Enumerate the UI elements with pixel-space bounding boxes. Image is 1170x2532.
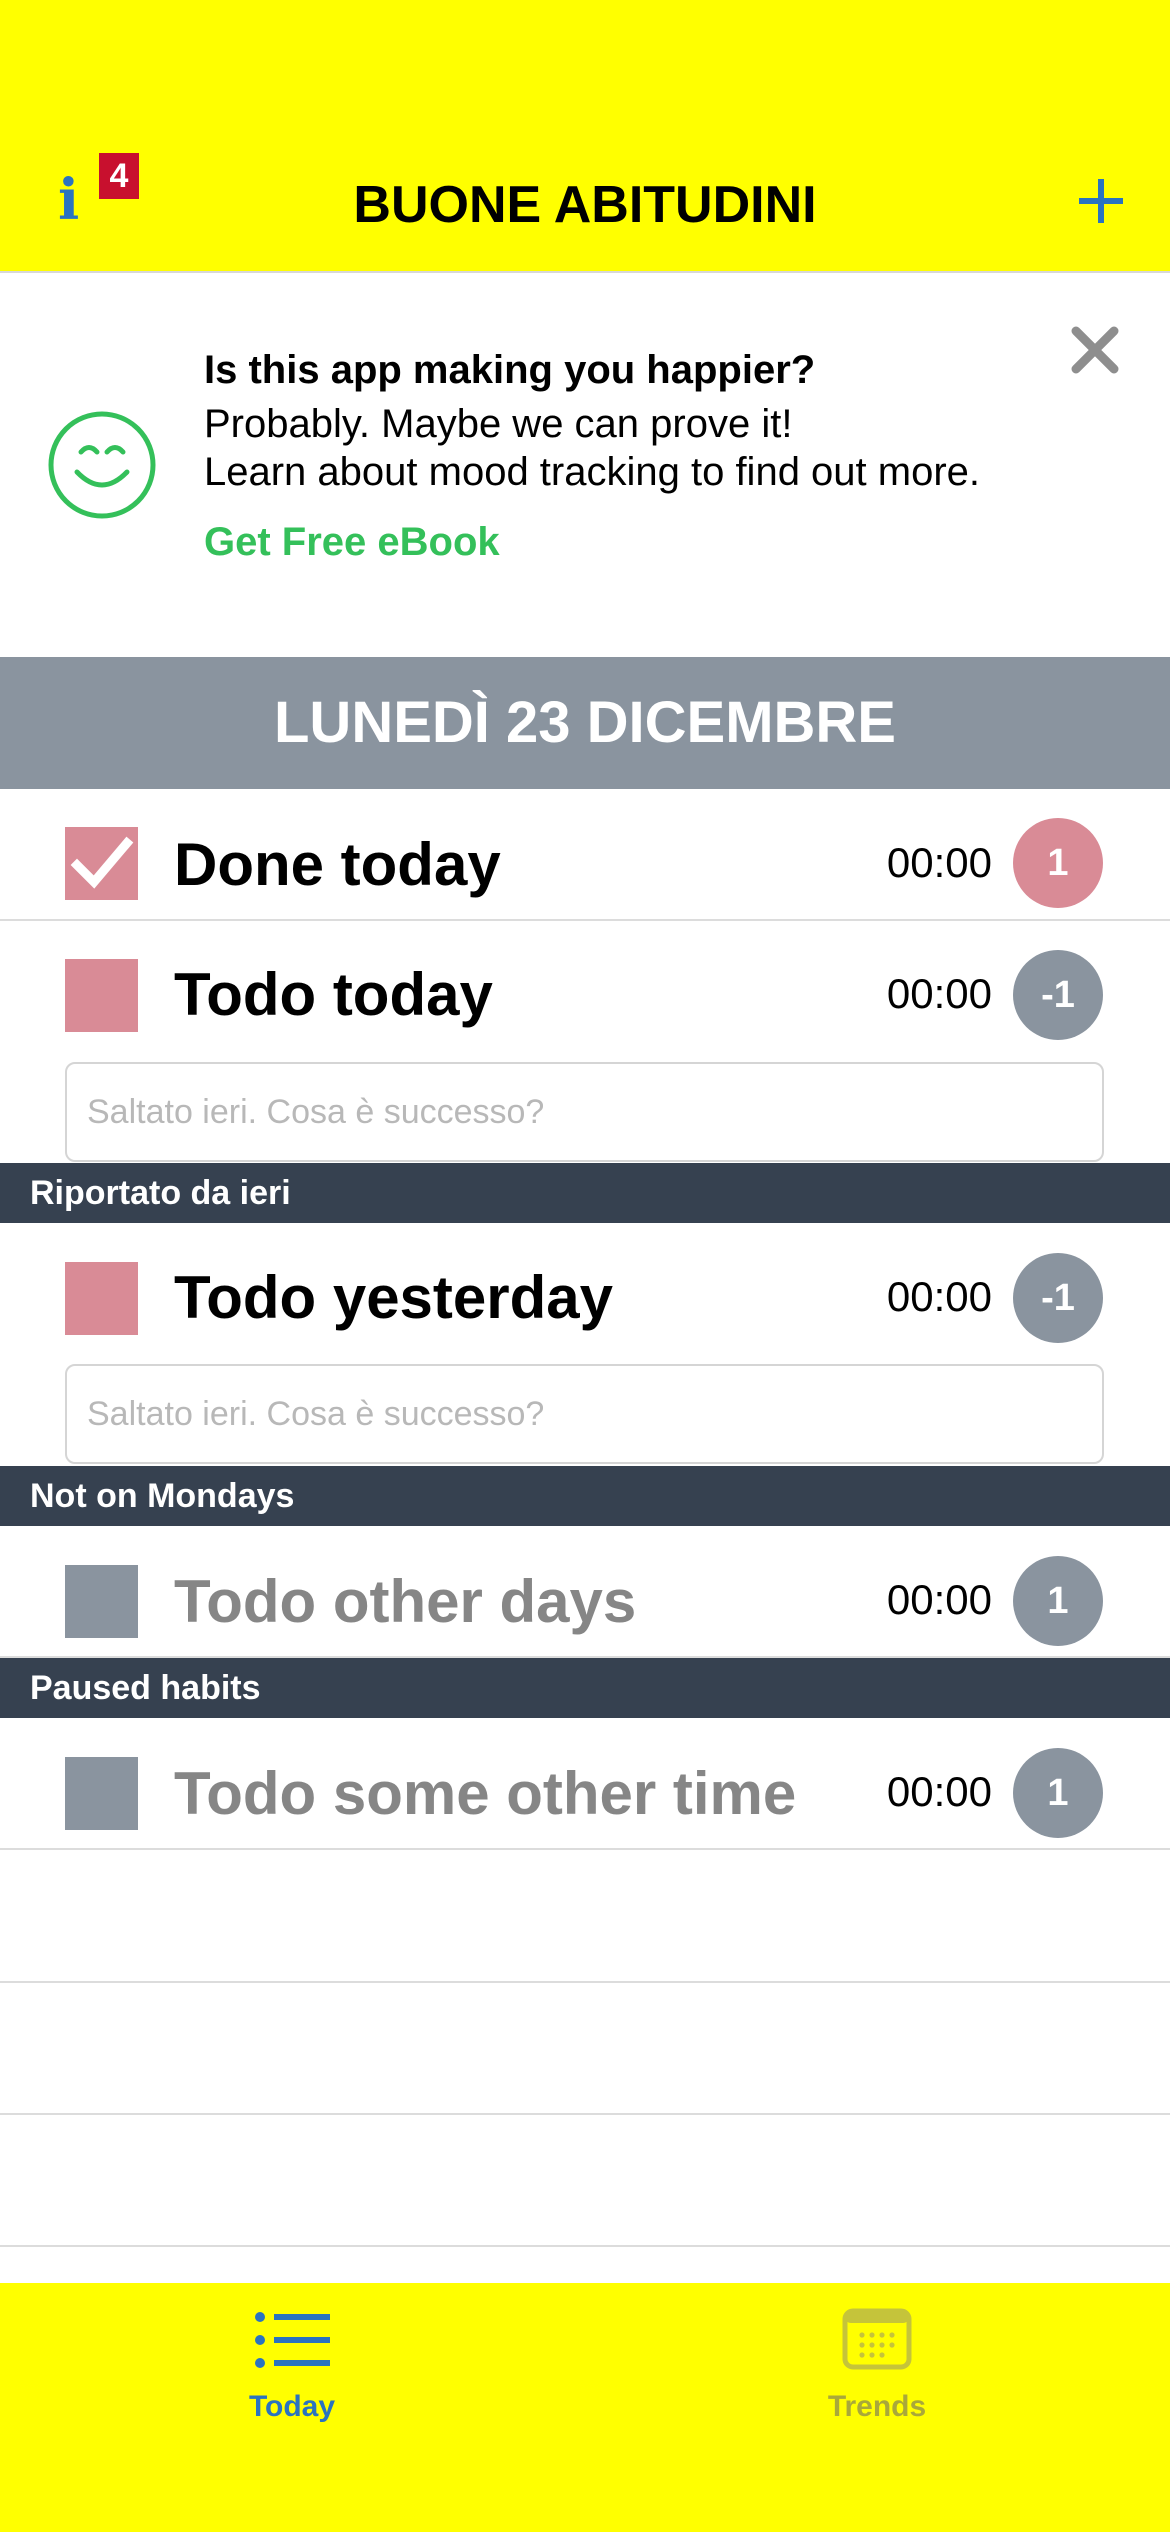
habit-time: 00:00: [886, 970, 992, 1017]
list-divider: [0, 2245, 1170, 2247]
get-ebook-link[interactable]: Get Free eBook: [204, 515, 500, 569]
habit-count: 1: [1013, 818, 1103, 908]
habit-count: 1: [1013, 1748, 1103, 1838]
habit-label: Todo today: [174, 961, 493, 1028]
page-title: BUONE ABITUDINI: [353, 176, 817, 234]
close-icon[interactable]: [1070, 325, 1120, 375]
promo-text-line: Probably. Maybe we can prove it!: [204, 402, 793, 446]
promo-text-line: Learn about mood tracking to find out mo…: [204, 450, 981, 494]
calendar-icon: [842, 2308, 912, 2370]
habit-checkbox[interactable]: [65, 959, 138, 1032]
section-header: Riportato da ieri: [0, 1163, 1170, 1223]
habit-checkbox[interactable]: [65, 1565, 138, 1638]
date-label: LUNEDÌ 23 DICEMBRE: [274, 690, 896, 755]
list-icon: [255, 2312, 330, 2368]
plus-icon[interactable]: [1075, 175, 1127, 227]
habit-label: Done today: [174, 831, 501, 898]
habit-time: 00:00: [886, 1576, 992, 1623]
habit-checkbox[interactable]: [65, 1262, 138, 1335]
tab-today-label: Today: [248, 2390, 336, 2423]
section-header: Not on Mondays: [0, 1466, 1170, 1526]
habit-time: 00:00: [886, 1273, 992, 1320]
section-header: Paused habits: [0, 1658, 1170, 1718]
habit-label: Todo some other time: [174, 1760, 797, 1827]
list-divider: [0, 1981, 1170, 1983]
habit-checkbox[interactable]: [65, 827, 138, 900]
habit-count: 1: [1013, 1556, 1103, 1646]
habit-count: -1: [1013, 950, 1103, 1040]
tab-trends-label: Trends: [827, 2390, 927, 2423]
habit-label: Todo other days: [174, 1568, 637, 1635]
list-divider: [0, 2113, 1170, 2115]
promo-title: Is this app making you happier?: [204, 348, 816, 392]
habit-time: 00:00: [886, 1768, 992, 1815]
checkmark-icon: [70, 836, 134, 889]
skip-note-input[interactable]: [65, 1062, 1104, 1162]
habit-time: 00:00: [886, 839, 992, 886]
habit-checkbox[interactable]: [65, 1757, 138, 1830]
habit-label: Todo yesterday: [174, 1264, 614, 1331]
skip-note-input[interactable]: [65, 1364, 1104, 1464]
habit-count: -1: [1013, 1253, 1103, 1343]
smiley-icon: [48, 411, 156, 519]
